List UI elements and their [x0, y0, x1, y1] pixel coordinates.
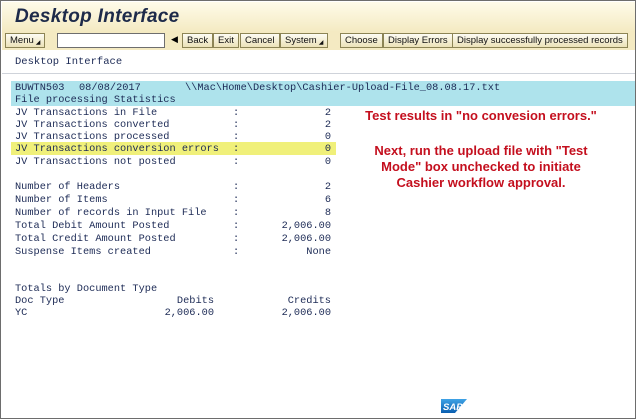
total-separator: :: [233, 207, 240, 219]
screen-subtitle: Desktop Interface: [15, 56, 123, 68]
header-date: 08/08/2017: [79, 82, 141, 94]
total-value: 8: [324, 207, 331, 219]
stat-value: 2: [324, 119, 331, 131]
header-id: BUWTN503: [15, 82, 65, 94]
debits-column-header: Debits: [176, 295, 214, 307]
title-bar: Desktop Interface: [2, 2, 635, 32]
stat-separator: :: [233, 119, 240, 131]
stat-separator: :: [233, 107, 240, 119]
next-step-line-1: Next, run the upload file with "Test: [374, 143, 588, 158]
credits-column-header: Credits: [287, 295, 331, 307]
menu-button-label: Menu: [10, 35, 34, 46]
total-value: 2,006.00: [281, 233, 331, 245]
header-file-path: \\Mac\Home\Desktop\Cashier-Upload-File_0…: [185, 82, 501, 94]
next-step-line-3: Cashier workflow approval.: [396, 175, 566, 190]
stat-label: JV Transactions processed: [15, 131, 170, 143]
stat-value: 0: [324, 143, 331, 155]
test-result-note: Test results in "no convesion errors.": [365, 108, 597, 123]
total-label: Total Credit Amount Posted: [15, 233, 176, 245]
total-separator: :: [233, 220, 240, 232]
command-arrow-icon[interactable]: ◀: [171, 34, 178, 45]
total-separator: :: [233, 181, 240, 193]
back-button[interactable]: Back: [182, 33, 214, 48]
system-button[interactable]: System ◢: [280, 33, 329, 48]
total-label: Number of Items: [15, 194, 108, 206]
stat-label: JV Transactions not posted: [15, 156, 176, 168]
display-processed-button[interactable]: Display successfully processed records: [452, 33, 628, 48]
total-separator: :: [233, 194, 240, 206]
total-value: None: [306, 246, 331, 258]
toolbar: Menu ◢ ◀ Back Exit Cancel System ◢ Choose …: [2, 32, 635, 50]
sap-logo-text: SAP: [443, 402, 463, 413]
doc-type-cell: YC: [15, 307, 28, 319]
sap-logo: SAP: [441, 399, 467, 413]
system-button-label: System: [285, 35, 317, 46]
window-title: Desktop Interface: [15, 6, 180, 27]
stat-label: JV Transactions converted: [15, 119, 170, 131]
cancel-button[interactable]: Cancel: [240, 33, 280, 48]
total-separator: :: [233, 233, 240, 245]
sap-window: Desktop Interface Menu ◢ ◀ Back Exit Canc…: [0, 0, 636, 419]
total-label: Number of Headers: [15, 181, 121, 193]
stat-value: 2: [324, 107, 331, 119]
next-step-line-2: Mode" box unchecked to initiate: [381, 159, 581, 174]
command-field[interactable]: [57, 33, 165, 48]
stat-value: 0: [324, 131, 331, 143]
system-dropdown-icon: ◢: [318, 40, 324, 46]
stat-separator: :: [233, 156, 240, 168]
next-step-note: Next, run the upload file with "Test Mod…: [341, 143, 621, 191]
total-value: 2,006.00: [281, 220, 331, 232]
total-value: 2: [324, 181, 331, 193]
choose-button[interactable]: Choose: [340, 33, 383, 48]
total-label: Number of records in Input File: [15, 207, 207, 219]
total-separator: :: [233, 246, 240, 258]
stat-label: JV Transactions in File: [15, 107, 158, 119]
section-heading: File processing Statistics: [15, 94, 176, 106]
display-errors-button[interactable]: Display Errors: [383, 33, 453, 48]
stat-separator: :: [233, 143, 240, 155]
stat-value: 0: [324, 156, 331, 168]
debits-cell: 2,006.00: [164, 307, 214, 319]
credits-cell: 2,006.00: [281, 307, 331, 319]
total-label: Total Debit Amount Posted: [15, 220, 170, 232]
doc-type-column-header: Doc Type: [15, 295, 65, 307]
total-value: 6: [324, 194, 331, 206]
menu-dropdown-icon: ◢: [35, 40, 41, 46]
exit-button[interactable]: Exit: [213, 33, 239, 48]
separator-line: [2, 73, 635, 74]
stat-separator: :: [233, 131, 240, 143]
menu-button[interactable]: Menu ◢: [5, 33, 46, 48]
total-label: Suspense Items created: [15, 246, 151, 258]
doc-totals-heading: Totals by Document Type: [15, 283, 158, 295]
stat-label: JV Transactions conversion errors: [15, 143, 219, 155]
